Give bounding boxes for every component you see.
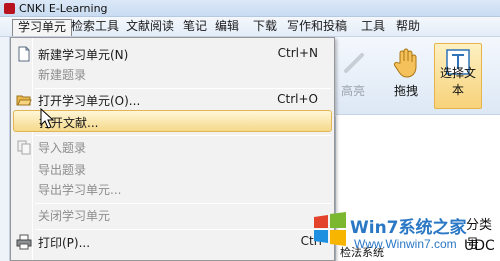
- select-text-tool-label: 选择文本: [439, 66, 476, 97]
- app-logo-icon: [4, 3, 15, 14]
- menu-item-label: 导出学习单元...: [38, 183, 122, 197]
- menu-item-close-unit: 关闭学习单元: [13, 204, 332, 226]
- hand-icon: [393, 48, 417, 78]
- menu-download[interactable]: 下载: [248, 19, 282, 36]
- highlighter-icon: [344, 53, 364, 73]
- mouse-pointer-icon: [40, 108, 55, 129]
- highlight-tool[interactable]: 高亮: [331, 43, 379, 109]
- menu-search-tools[interactable]: 检索工具: [66, 19, 124, 36]
- menu-item-open-unit[interactable]: 打开学习单元(O)... Ctrl+O: [13, 89, 332, 111]
- menu-item-import-records: 导入题录: [13, 136, 332, 158]
- left-panel: [0, 37, 10, 261]
- menu-item-open-document[interactable]: 打开文献...: [13, 110, 332, 132]
- watermark-url: Www.Winwin7.com: [354, 237, 457, 251]
- menu-shortcut: Ctrl+N: [277, 46, 318, 60]
- printer-icon: [16, 234, 32, 250]
- menu-learning-unit[interactable]: 学习单元: [12, 19, 73, 36]
- import-icon: [17, 140, 31, 155]
- drag-tool[interactable]: 拖拽: [382, 43, 430, 109]
- menu-shortcut: Ctrl+O: [277, 92, 318, 106]
- toolbar: 高亮 拖拽 选择文本: [335, 37, 500, 115]
- menu-tools[interactable]: 工具: [356, 19, 390, 36]
- menu-bar: 学习单元 检索工具 文献阅读 笔记 编辑 下载 写作和投稿 工具 帮助: [0, 17, 500, 37]
- window-title: CNKI E-Learning: [19, 2, 108, 15]
- watermark: Win7系统之家 Www.Winwin7.com: [296, 205, 500, 261]
- open-folder-icon: [16, 95, 32, 106]
- menu-notes[interactable]: 笔记: [178, 19, 212, 36]
- highlight-tool-label: 高亮: [340, 84, 365, 98]
- windows-logo-icon: [314, 212, 346, 246]
- menu-item-label: 导入题录: [38, 141, 87, 155]
- menu-item-new-unit[interactable]: 新建学习单元(N) Ctrl+N: [13, 43, 332, 65]
- menu-document-reading[interactable]: 文献阅读: [121, 19, 179, 36]
- menu-writing-submission[interactable]: 写作和投稿: [282, 19, 352, 36]
- menu-item-print[interactable]: 打印(P)... Ctrl: [13, 231, 332, 253]
- menu-item-new-record: 新建题录: [13, 63, 332, 85]
- menu-help[interactable]: 帮助: [391, 19, 425, 36]
- new-document-icon: [18, 46, 30, 62]
- select-text-tool[interactable]: 选择文本: [434, 43, 482, 109]
- menu-item-label: 新建学习单元(N): [38, 48, 129, 62]
- menu-item-label: 打开学习单元(O)...: [38, 94, 141, 108]
- menu-item-label: 新建题录: [38, 68, 87, 82]
- menu-item-label: 关闭学习单元: [38, 209, 111, 223]
- menu-item-export-unit: 导出学习单元...: [13, 178, 332, 200]
- drag-tool-label: 拖拽: [393, 84, 418, 98]
- menu-item-label: 打印(P)...: [38, 236, 91, 250]
- menu-separator: [35, 229, 331, 230]
- watermark-text: Win7系统之家: [350, 218, 467, 238]
- menu-edit[interactable]: 编辑: [210, 19, 244, 36]
- title-bar: CNKI E-Learning: [0, 0, 500, 17]
- menu-item-export-records: 导出题录: [13, 158, 332, 180]
- menu-item-label: 导出题录: [38, 163, 87, 177]
- learning-unit-menu: 新建学习单元(N) Ctrl+N 新建题录 打开学习单元(O)... Ctrl+…: [10, 37, 335, 261]
